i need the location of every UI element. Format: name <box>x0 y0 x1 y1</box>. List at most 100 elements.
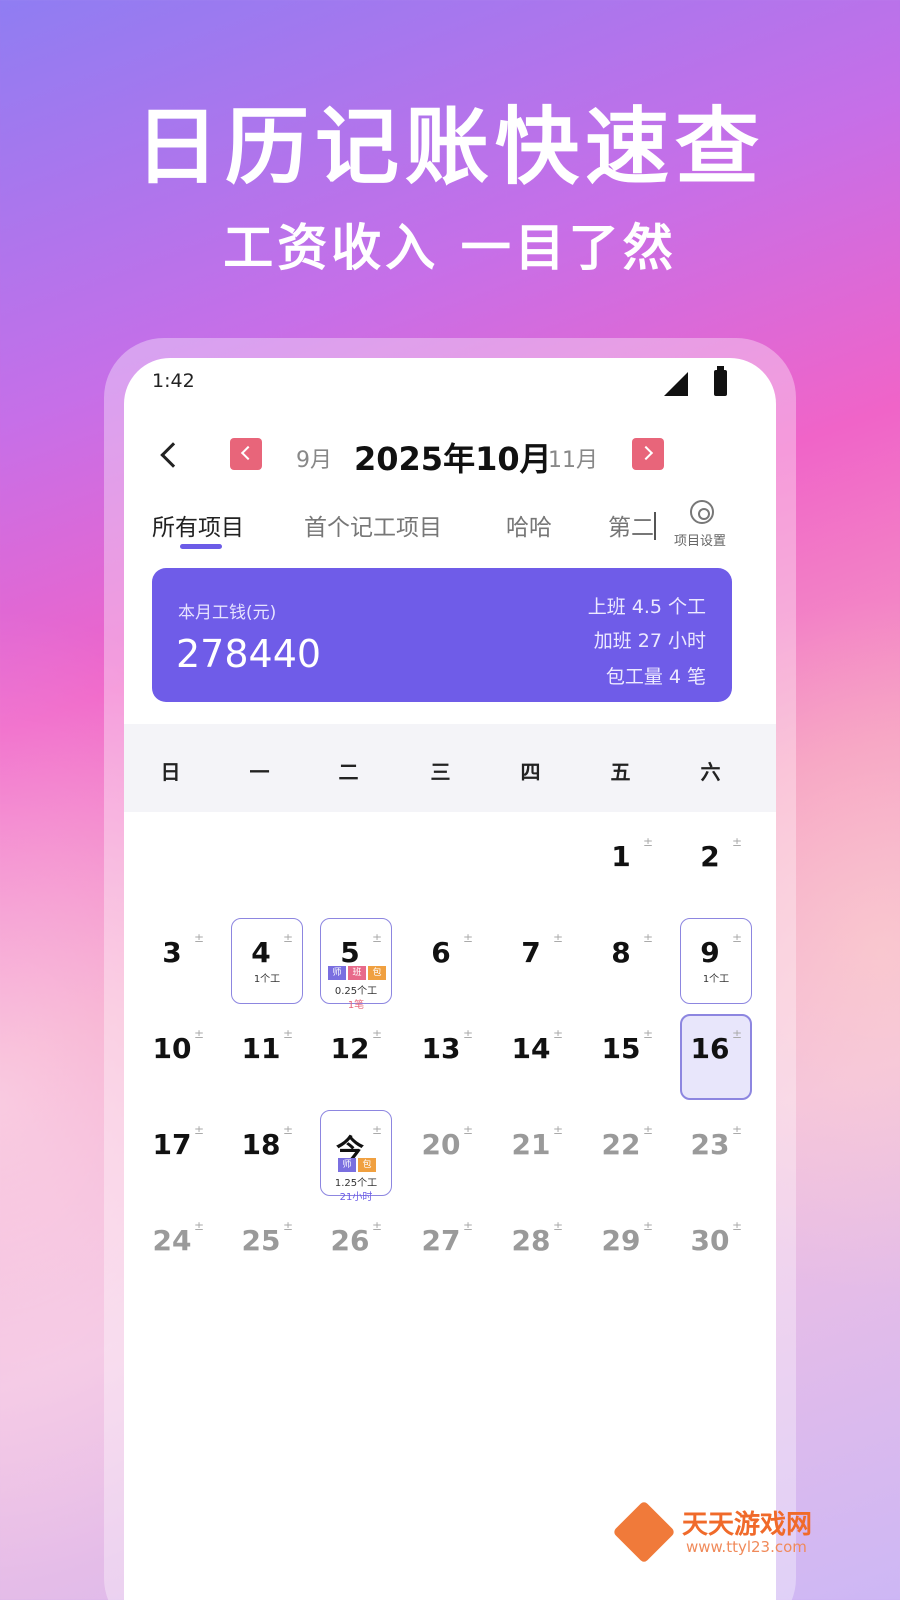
day-work-amount: 1个工 <box>253 974 281 985</box>
summary-stat-contract: 包工量 4 笔 <box>605 666 706 688</box>
plus-minus-icon: ± <box>194 1123 205 1137</box>
current-month-title: 2025年10月 <box>354 440 552 478</box>
calendar-day[interactable]: 18 ± <box>221 1100 314 1196</box>
battery-icon <box>714 366 727 396</box>
plus-minus-icon: ± <box>283 1027 294 1041</box>
calendar-day[interactable]: 29 ± <box>581 1196 674 1292</box>
calendar-day[interactable]: 13 ± <box>401 1004 494 1100</box>
weekday-label: 四 <box>520 760 541 784</box>
next-month-label[interactable]: 11月 <box>548 442 598 474</box>
calendar-day[interactable]: 21 ± <box>491 1100 584 1196</box>
plus-minus-icon: ± <box>194 1219 205 1233</box>
calendar-day[interactable]: 4 ±1个工 <box>221 908 314 1004</box>
tab-divider <box>654 512 656 540</box>
day-work-amount: 0.25个工 <box>334 986 378 997</box>
calendar-day[interactable]: 10 ± <box>132 1004 225 1100</box>
calendar-day[interactable]: 27 ± <box>401 1196 494 1292</box>
month-navigation: 9月 2025年10月 11月 <box>124 428 776 488</box>
signal-icon <box>664 372 688 396</box>
project-settings-label[interactable]: 项目设置 <box>674 530 726 549</box>
calendar-day[interactable]: 1 ± <box>581 812 674 908</box>
back-arrow-icon[interactable] <box>160 442 186 468</box>
plus-minus-icon: ± <box>372 1123 383 1137</box>
plus-minus-icon: ± <box>643 1219 654 1233</box>
calendar-day[interactable]: 25 ± <box>221 1196 314 1292</box>
calendar-day[interactable]: 7 ± <box>491 908 584 1004</box>
plus-minus-icon: ± <box>463 1123 474 1137</box>
summary-stat-work: 上班 4.5 个工 <box>587 596 706 618</box>
calendar-day[interactable]: 11 ± <box>221 1004 314 1100</box>
calendar-day[interactable]: 15 ± <box>581 1004 674 1100</box>
day-tag: 包 <box>368 966 386 980</box>
day-tags: 师班包 <box>324 966 390 980</box>
weekday-label: 三 <box>430 760 451 784</box>
calendar-day[interactable]: 17 ± <box>132 1100 225 1196</box>
promo-subline: 工资收入 一目了然 <box>223 219 677 277</box>
plus-minus-icon: ± <box>463 1027 474 1041</box>
day-tag: 师 <box>338 1158 356 1172</box>
plus-minus-icon: ± <box>732 1123 743 1137</box>
calendar-day[interactable]: 2 ± <box>670 812 763 908</box>
day-work-amount: 1个工 <box>702 974 730 985</box>
plus-minus-icon: ± <box>283 1123 294 1137</box>
day-work-amount: 1.25个工 <box>334 1178 378 1189</box>
watermark-logo-icon <box>612 1500 676 1564</box>
calendar-day[interactable]: 26 ± <box>310 1196 403 1292</box>
calendar-day[interactable]: 30 ± <box>670 1196 763 1292</box>
next-month-button[interactable] <box>632 438 664 470</box>
monthly-summary-card: 本月工钱(元) 278440 上班 4.5 个工 加班 27 小时 包工量 4 … <box>152 568 732 702</box>
project-tabs: 所有项目 首个记工项目 哈哈 第二 项目设置 <box>124 500 776 564</box>
weekday-label: 五 <box>610 760 631 784</box>
calendar-day[interactable]: 28 ± <box>491 1196 584 1292</box>
plus-minus-icon: ± <box>194 931 205 945</box>
tab-haha[interactable]: 哈哈 <box>506 508 552 542</box>
plus-minus-icon: ± <box>732 1219 743 1233</box>
plus-minus-icon: ± <box>283 931 294 945</box>
weekday-label: 六 <box>700 760 721 784</box>
calendar-day[interactable]: 9 ±1个工 <box>670 908 763 1004</box>
calendar-day[interactable]: 16 ± <box>670 1004 763 1100</box>
plus-minus-icon: ± <box>372 1219 383 1233</box>
day-tag: 包 <box>358 1158 376 1172</box>
plus-minus-icon: ± <box>553 1123 564 1137</box>
calendar-day[interactable]: 6 ± <box>401 908 494 1004</box>
day-tags: 师包 <box>324 1158 390 1172</box>
calendar-day[interactable]: 5 ± 师班包 0.25个工 1笔 <box>310 908 403 1011</box>
calendar-day[interactable]: 14 ± <box>491 1004 584 1100</box>
summary-value: 278440 <box>176 632 322 676</box>
calendar-day[interactable]: 24 ± <box>132 1196 225 1292</box>
tab-second[interactable]: 第二 <box>608 508 654 542</box>
active-tab-indicator <box>180 544 222 549</box>
prev-month-button[interactable] <box>230 438 262 470</box>
weekday-header: 日 一 二 三 四 五 六 <box>124 724 776 812</box>
plus-minus-icon: ± <box>732 1027 743 1041</box>
chevron-left-icon <box>240 445 256 461</box>
plus-minus-icon: ± <box>463 1219 474 1233</box>
prev-month-label[interactable]: 9月 <box>296 442 332 474</box>
weekday-label: 二 <box>338 760 359 784</box>
day-tag: 班 <box>348 966 366 980</box>
calendar-day[interactable]: 今 ± 师包 1.25个工 21小时 <box>310 1100 403 1203</box>
settings-gear-icon[interactable] <box>690 500 714 524</box>
calendar-day[interactable]: 23 ± <box>670 1100 763 1196</box>
calendar-day[interactable]: 8 ± <box>581 908 674 1004</box>
summary-label: 本月工钱(元) <box>178 603 277 623</box>
plus-minus-icon: ± <box>553 1027 564 1041</box>
plus-minus-icon: ± <box>732 835 743 849</box>
weekday-label: 一 <box>249 760 270 784</box>
calendar-day[interactable]: 22 ± <box>581 1100 674 1196</box>
tab-first-project[interactable]: 首个记工项目 <box>304 508 442 542</box>
watermark-url: www.ttyl23.com <box>686 1538 807 1556</box>
weekday-label: 日 <box>160 760 181 784</box>
calendar-day[interactable]: 20 ± <box>401 1100 494 1196</box>
chevron-right-icon <box>638 445 654 461</box>
plus-minus-icon: ± <box>372 931 383 945</box>
plus-minus-icon: ± <box>643 1027 654 1041</box>
plus-minus-icon: ± <box>643 1123 654 1137</box>
calendar-day[interactable]: 3 ± <box>132 908 225 1004</box>
calendar-day[interactable]: 12 ± <box>310 1004 403 1100</box>
plus-minus-icon: ± <box>643 931 654 945</box>
tab-all-projects[interactable]: 所有项目 <box>152 508 244 542</box>
calendar-grid: 1 ±2 ±3 ±4 ±1个工 5 ± 师班包 0.25个工 1笔 6 ±7 ±8 ±9 ±1个工 10 ±11… <box>124 812 776 1312</box>
plus-minus-icon: ± <box>732 931 743 945</box>
